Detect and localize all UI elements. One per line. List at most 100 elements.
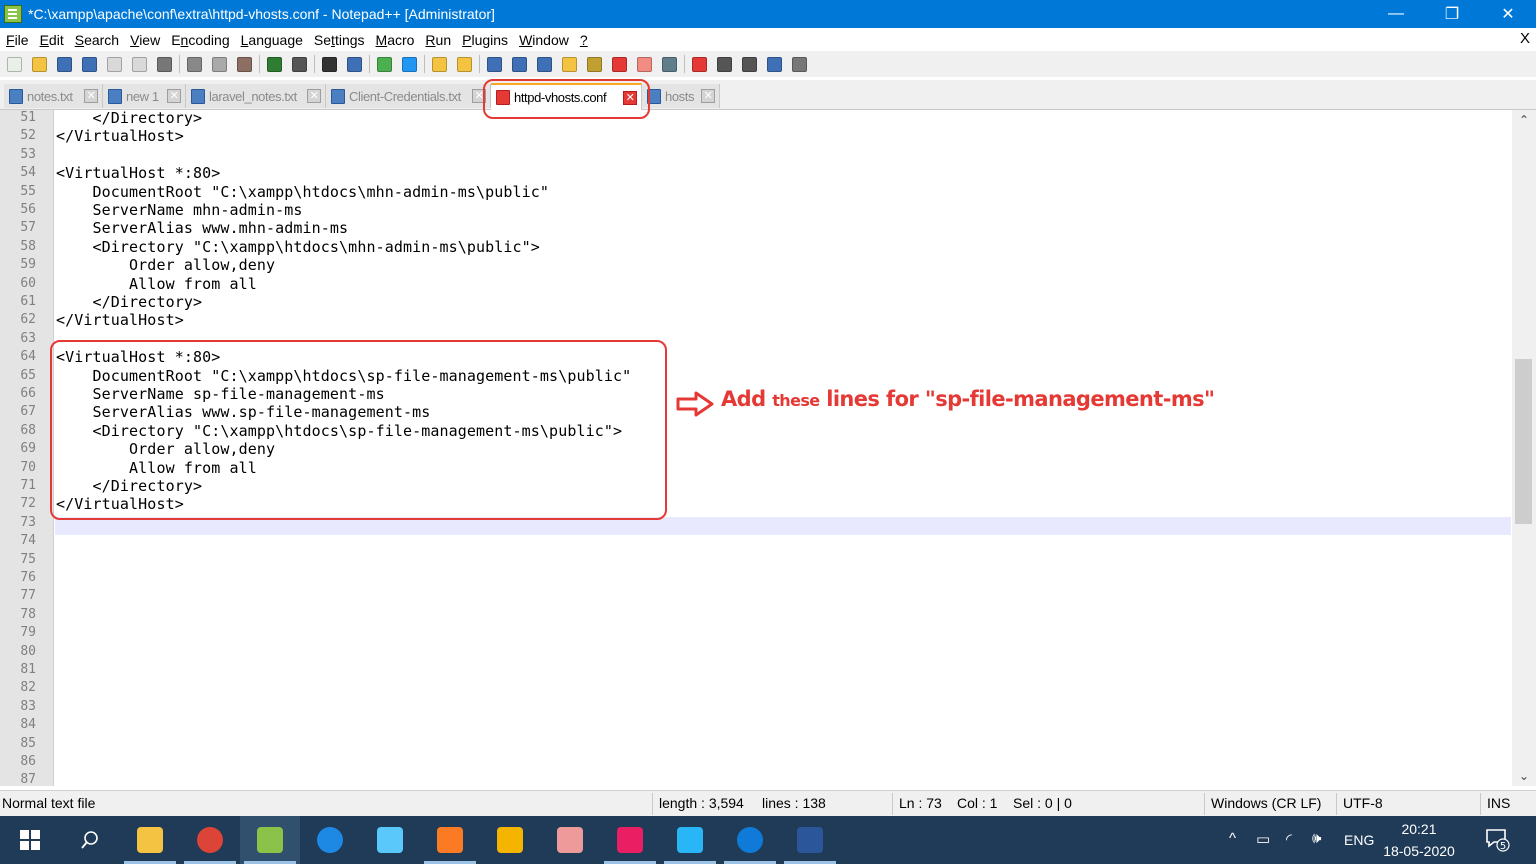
volume-icon[interactable]: 🕪: [1312, 830, 1321, 847]
cut-icon[interactable]: [184, 54, 205, 74]
indent-guide-icon[interactable]: [534, 54, 555, 74]
tab-laravel-notes-txt[interactable]: laravel_notes.txt ✕: [186, 84, 326, 108]
close-document-button[interactable]: X: [1520, 30, 1530, 47]
menu-item[interactable]: View: [124, 32, 165, 48]
code-line[interactable]: Allow from all: [56, 275, 257, 293]
save-macro-icon[interactable]: [789, 54, 810, 74]
maps-app[interactable]: [300, 816, 360, 864]
save-all-icon[interactable]: [79, 54, 100, 74]
git-app[interactable]: [480, 816, 540, 864]
define-language-icon[interactable]: [559, 54, 580, 74]
edge-app[interactable]: [720, 816, 780, 864]
print-icon[interactable]: [154, 54, 175, 74]
menu-item[interactable]: Search: [69, 32, 124, 48]
new-file-icon[interactable]: [4, 54, 25, 74]
menu-item[interactable]: File: [0, 32, 34, 48]
notepad-app[interactable]: [360, 816, 420, 864]
word-wrap-icon[interactable]: [484, 54, 505, 74]
sync-horizontal-icon[interactable]: [454, 54, 475, 74]
menu-item[interactable]: Settings: [308, 32, 370, 48]
play-macro-icon[interactable]: [739, 54, 760, 74]
replace-icon[interactable]: [344, 54, 365, 74]
tab-close-icon[interactable]: ✕: [307, 89, 321, 103]
search-button[interactable]: [60, 816, 120, 864]
snip-app[interactable]: [600, 816, 660, 864]
vertical-scrollbar[interactable]: ⌃ ⌄: [1512, 110, 1536, 786]
paint-app[interactable]: [540, 816, 600, 864]
menu-item-rest: indow: [532, 31, 569, 48]
stop-record-icon[interactable]: [714, 54, 735, 74]
function-list-icon[interactable]: [609, 54, 630, 74]
tab-new-1[interactable]: new 1 ✕: [103, 84, 186, 108]
status-mode[interactable]: INS: [1487, 795, 1510, 811]
scroll-up-icon[interactable]: ⌃: [1512, 110, 1536, 130]
notepad-plus-plus-app[interactable]: [240, 816, 300, 864]
menu-item[interactable]: Encoding: [165, 32, 234, 48]
tab-hosts[interactable]: hosts ✕: [642, 84, 720, 108]
start-button[interactable]: [0, 816, 60, 864]
battery-icon[interactable]: ▭: [1256, 830, 1270, 848]
clock-time[interactable]: 20:21: [1374, 821, 1464, 837]
menu-item[interactable]: Plugins: [456, 32, 513, 48]
tray-chevron-icon[interactable]: ^: [1229, 830, 1236, 847]
chrome-app[interactable]: [180, 816, 240, 864]
clock-date[interactable]: 18-05-2020: [1374, 843, 1464, 859]
language-indicator[interactable]: ENG: [1344, 832, 1374, 848]
status-encoding[interactable]: UTF-8: [1343, 795, 1383, 811]
code-line[interactable]: <Directory "C:\xampp\htdocs\mhn-admin-ms…: [56, 238, 540, 256]
save-icon[interactable]: [54, 54, 75, 74]
paste-icon[interactable]: [234, 54, 255, 74]
code-line[interactable]: DocumentRoot "C:\xampp\htdocs\mhn-admin-…: [56, 183, 549, 201]
code-line[interactable]: ServerAlias www.mhn-admin-ms: [56, 219, 349, 237]
menu-item[interactable]: Window: [513, 32, 574, 48]
xampp-app[interactable]: [420, 816, 480, 864]
code-line[interactable]: ServerName mhn-admin-ms: [56, 201, 303, 219]
git-app-icon: [497, 827, 523, 853]
close-icon[interactable]: [104, 54, 125, 74]
menu-item[interactable]: Language: [235, 32, 308, 48]
code-line[interactable]: Order allow,deny: [56, 256, 275, 274]
show-all-chars-icon[interactable]: [509, 54, 530, 74]
open-file-icon[interactable]: [29, 54, 50, 74]
tab-close-icon[interactable]: ✕: [84, 89, 98, 103]
undo-icon[interactable]: [264, 54, 285, 74]
status-eol[interactable]: Windows (CR LF): [1211, 795, 1321, 811]
zoom-out-icon[interactable]: [399, 54, 420, 74]
zoom-in-icon[interactable]: [374, 54, 395, 74]
sync-vertical-icon[interactable]: [429, 54, 450, 74]
code-line[interactable]: <VirtualHost *:80>: [56, 164, 220, 182]
code-line[interactable]: </VirtualHost>: [56, 311, 184, 329]
menu-item[interactable]: ?: [574, 32, 593, 48]
tab-close-icon[interactable]: ✕: [167, 89, 181, 103]
word-app[interactable]: [780, 816, 840, 864]
tab-close-icon[interactable]: ✕: [701, 89, 715, 103]
monitoring-icon[interactable]: [659, 54, 680, 74]
scroll-thumb[interactable]: [1515, 359, 1532, 524]
tab-bar: notes.txt ✕ new 1 ✕ laravel_notes.txt ✕ Client…: [0, 80, 1536, 110]
scroll-down-icon[interactable]: ⌄: [1512, 766, 1536, 786]
close-all-icon[interactable]: [129, 54, 150, 74]
code-line[interactable]: </Directory>: [56, 293, 202, 311]
wifi-icon[interactable]: ◜: [1286, 830, 1292, 848]
code-line[interactable]: </VirtualHost>: [56, 127, 184, 145]
notification-center-icon[interactable]: 5: [1484, 826, 1510, 856]
menu-item[interactable]: Run: [419, 32, 456, 48]
tab-notes-txt[interactable]: notes.txt ✕: [4, 84, 103, 108]
toolbar-separator: [424, 55, 425, 73]
minimize-button[interactable]: —: [1368, 0, 1424, 28]
menu-item[interactable]: Macro: [370, 32, 420, 48]
maximize-button[interactable]: ❐: [1424, 0, 1480, 28]
photos-app[interactable]: [660, 816, 720, 864]
close-window-button[interactable]: ✕: [1480, 0, 1536, 28]
run-macro-multiple-icon[interactable]: [764, 54, 785, 74]
tab-client-credentials-txt[interactable]: Client-Credentials.txt ✕: [326, 84, 491, 108]
find-icon[interactable]: [319, 54, 340, 74]
folder-workspace-icon[interactable]: [634, 54, 655, 74]
copy-icon[interactable]: [209, 54, 230, 74]
menu-item[interactable]: Edit: [34, 32, 69, 48]
code-line[interactable]: </Directory>: [56, 110, 202, 127]
file-explorer-app[interactable]: [120, 816, 180, 864]
doc-map-icon[interactable]: [584, 54, 605, 74]
redo-icon[interactable]: [289, 54, 310, 74]
record-macro-icon[interactable]: [689, 54, 710, 74]
